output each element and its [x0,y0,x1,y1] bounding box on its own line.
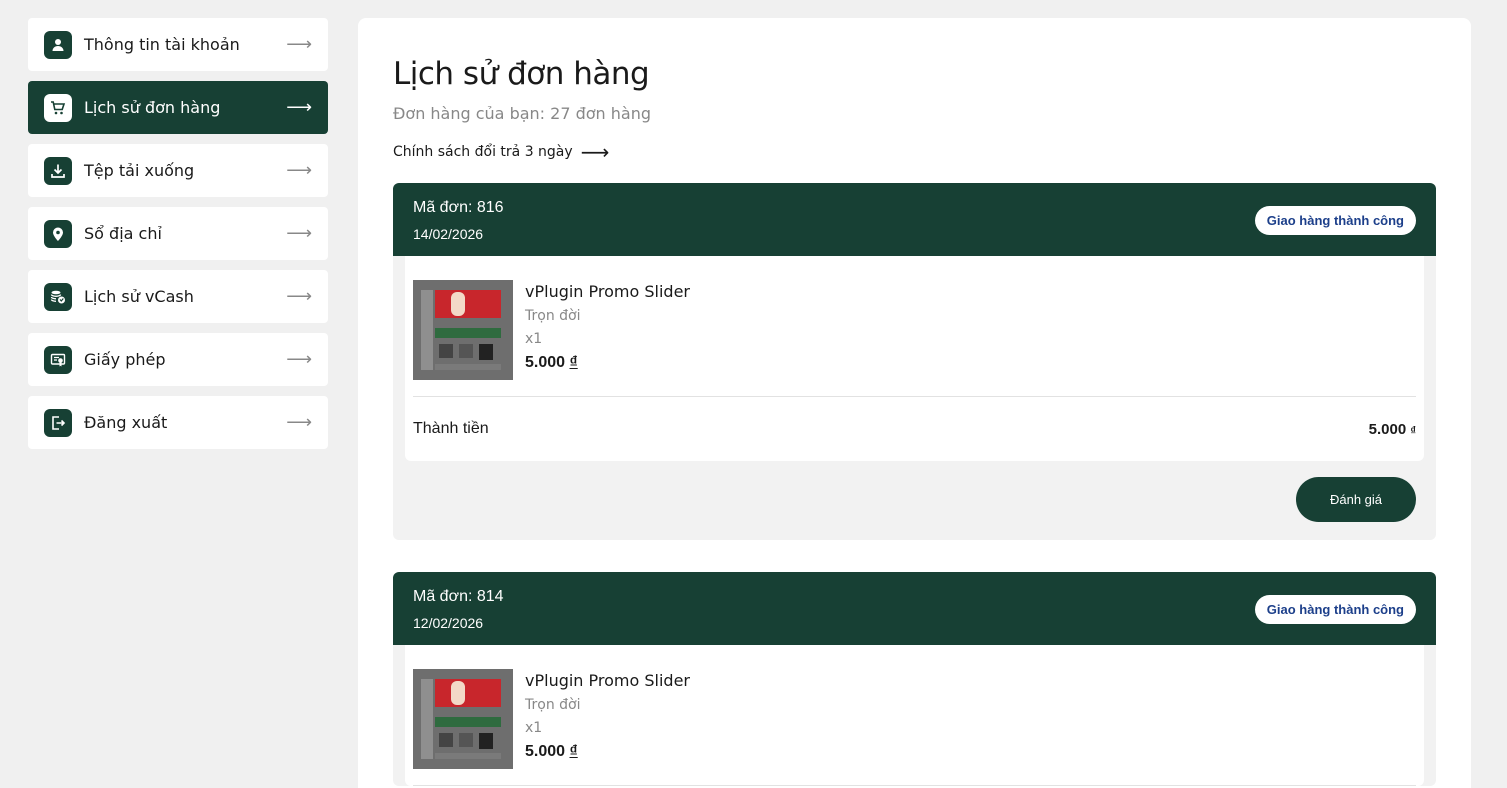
order-header: Mã đơn: 816 14/02/2026 Giao hàng thành c… [393,183,1436,256]
cart-icon [44,93,72,122]
product-quantity: x1 [525,331,543,347]
return-policy-link[interactable]: Chính sách đổi trả 3 ngày ⟶ [393,142,609,162]
order-card: Mã đơn: 816 14/02/2026 Giao hàng thành c… [393,183,1436,540]
order-product: vPlugin Promo Slider Trọn đời x1 5.000 ₫ [413,669,1416,786]
order-total-row: Thành tiền 5.000 ₫ [413,397,1416,461]
arrow-right-icon: ⟶ [286,286,312,306]
order-actions: Đánh giá [393,461,1436,540]
sidebar-item-label: Thông tin tài khoản [84,35,240,54]
order-date: 12/02/2026 [413,615,484,631]
download-icon [44,156,72,185]
arrow-right-icon: ⟶ [286,34,312,54]
product-price: 5.000 ₫ [525,354,578,371]
certificate-icon [44,345,72,374]
order-card: Mã đơn: 814 12/02/2026 Giao hàng thành c… [393,572,1436,786]
sidebar-item-label: Tệp tải xuống [84,161,195,180]
sidebar-item-downloads[interactable]: Tệp tải xuống ⟶ [28,144,328,197]
coins-icon [44,282,72,311]
logout-icon [44,408,72,437]
product-name[interactable]: vPlugin Promo Slider [525,282,690,301]
product-name[interactable]: vPlugin Promo Slider [525,671,690,690]
sidebar-item-label: Đăng xuất [84,413,168,432]
sidebar-item-license[interactable]: Giấy phép ⟶ [28,333,328,386]
arrow-right-icon: ⟶ [286,412,312,432]
product-quantity: x1 [525,720,543,736]
account-sidebar: Thông tin tài khoản ⟶ Lịch sử đơn hàng ⟶… [28,18,328,459]
product-thumbnail[interactable] [413,280,513,380]
order-body: vPlugin Promo Slider Trọn đời x1 5.000 ₫ [405,645,1424,786]
status-badge: Giao hàng thành công [1254,595,1416,624]
total-value: 5.000 ₫ [1368,420,1416,438]
sidebar-item-vcash-history[interactable]: Lịch sử vCash ⟶ [28,270,328,323]
order-history-panel: Lịch sử đơn hàng Đơn hàng của bạn: 27 đơ… [358,18,1471,788]
arrow-right-icon: ⟶ [286,97,312,117]
total-label: Thành tiền [413,420,489,437]
sidebar-item-address-book[interactable]: Sổ địa chỉ ⟶ [28,207,328,260]
review-button[interactable]: Đánh giá [1296,477,1416,522]
product-duration: Trọn đời [525,697,581,713]
order-code: Mã đơn: 814 [413,588,504,605]
order-date: 14/02/2026 [413,226,484,242]
sidebar-item-order-history[interactable]: Lịch sử đơn hàng ⟶ [28,81,328,134]
order-header: Mã đơn: 814 12/02/2026 Giao hàng thành c… [393,572,1436,645]
arrow-right-icon: ⟶ [286,349,312,369]
order-body: vPlugin Promo Slider Trọn đời x1 5.000 ₫… [405,256,1424,461]
return-policy-label: Chính sách đổi trả 3 ngày [393,144,573,160]
sidebar-item-logout[interactable]: Đăng xuất ⟶ [28,396,328,449]
location-pin-icon [44,219,72,248]
arrow-right-icon: ⟶ [286,160,312,180]
product-thumbnail[interactable] [413,669,513,769]
order-code: Mã đơn: 816 [413,199,504,216]
status-badge: Giao hàng thành công [1254,206,1416,235]
order-count: Đơn hàng của bạn: 27 đơn hàng [393,104,652,123]
page-title: Lịch sử đơn hàng [393,56,650,92]
arrow-right-icon: ⟶ [580,140,610,164]
sidebar-item-label: Giấy phép [84,350,166,369]
user-icon [44,30,72,59]
product-duration: Trọn đời [525,308,581,324]
product-price: 5.000 ₫ [525,743,578,760]
sidebar-item-account-info[interactable]: Thông tin tài khoản ⟶ [28,18,328,71]
arrow-right-icon: ⟶ [286,223,312,243]
sidebar-item-label: Lịch sử đơn hàng [84,98,221,117]
sidebar-item-label: Sổ địa chỉ [84,224,162,243]
order-product: vPlugin Promo Slider Trọn đời x1 5.000 ₫ [413,280,1416,397]
sidebar-item-label: Lịch sử vCash [84,287,194,306]
